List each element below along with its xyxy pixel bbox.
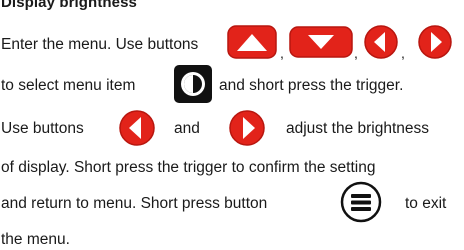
up-arrow-button-icon (227, 25, 277, 59)
down-arrow-button-icon (289, 26, 353, 58)
left-arrow-button-icon (364, 25, 398, 59)
instruction-line-1: Enter the menu. Use buttons (1, 36, 199, 53)
separator-comma: , (280, 45, 284, 61)
document-page: Display brightness Enter the menu. Use b… (0, 0, 464, 248)
left-arrow-button-icon (119, 110, 155, 146)
instruction-line-3c: adjust the brightness (286, 120, 430, 137)
separator-comma: , (401, 45, 405, 61)
instruction-line-3a: Use buttons (1, 120, 84, 137)
instruction-line-5b: to exit (405, 195, 447, 212)
instruction-line-2b: and short press the trigger. (219, 77, 404, 94)
instruction-line-6: the menu. (1, 231, 70, 248)
right-arrow-button-icon (418, 25, 452, 59)
right-arrow-button-icon (229, 110, 265, 146)
section-heading: Display brightness (1, 0, 138, 11)
instruction-line-4: of display. Short press the trigger to c… (1, 159, 376, 176)
brightness-menu-icon (174, 65, 212, 103)
separator-comma: , (354, 45, 358, 61)
menu-button-icon (340, 181, 382, 223)
instruction-line-5a: and return to menu. Short press button (1, 195, 268, 212)
instruction-line-2a: to select menu item (1, 77, 136, 94)
instruction-line-3b: and (174, 120, 200, 137)
